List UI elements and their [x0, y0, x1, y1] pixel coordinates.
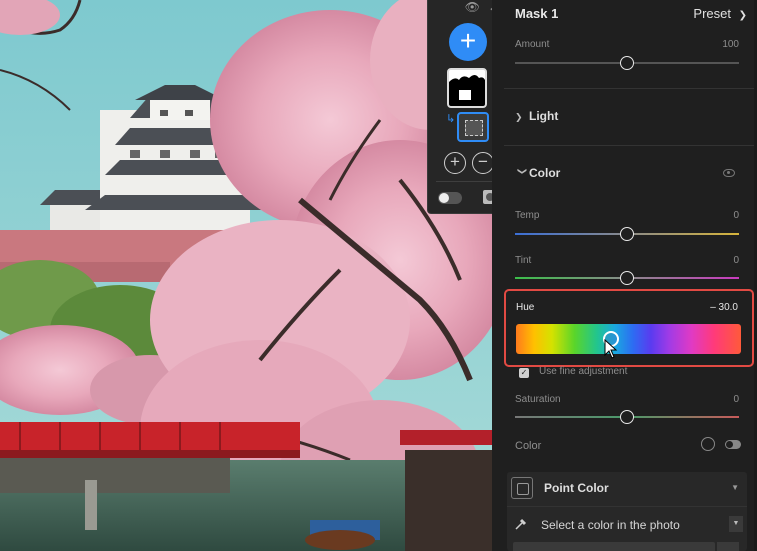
point-color-select-text[interactable]: Select a color in the photo — [541, 518, 680, 532]
subtract-link-icon: ↳ — [446, 113, 456, 125]
eye-icon[interactable]: 👁 — [465, 0, 480, 14]
chevron-down-icon: ❯ — [517, 167, 528, 176]
color-label: Color — [515, 440, 542, 452]
point-color-icon — [511, 477, 533, 499]
overlay-toggle-icon[interactable] — [438, 192, 462, 204]
amount-label: Amount — [515, 39, 550, 50]
photo-image — [0, 0, 492, 551]
point-color-section: Point Color ▼ Select a color in the phot… — [507, 472, 747, 551]
fine-adjustment-label: Use fine adjustment — [539, 366, 628, 377]
color-section-label: Color — [529, 166, 561, 180]
hue-highlight-box: Hue – 30.0 — [504, 289, 754, 367]
color-section-header[interactable]: ❯ Color — [515, 166, 561, 180]
light-section-label: Light — [529, 109, 559, 123]
saturation-slider-thumb[interactable] — [620, 410, 634, 424]
temp-label: Temp — [515, 210, 540, 221]
mask-title: Mask 1 — [515, 6, 559, 21]
saturation-label: Saturation — [515, 394, 561, 405]
photo-canvas[interactable] — [0, 0, 492, 551]
minus-circle-icon[interactable]: − — [472, 152, 494, 174]
preset-label: Preset — [693, 6, 731, 21]
hue-label: Hue — [516, 302, 535, 313]
chevron-down-icon: ❯ — [738, 10, 747, 21]
light-section-header[interactable]: ❯ Light — [515, 109, 558, 123]
mask-thumbnail-image — [449, 70, 485, 106]
edit-panel: Mask 1 Preset ❯ Amount 100 ❯ Light ❯ Color… — [492, 0, 757, 551]
temp-slider-thumb[interactable] — [620, 227, 634, 241]
point-color-swatch-bar-small[interactable] — [717, 542, 739, 551]
color-swatch-icon[interactable] — [701, 437, 715, 451]
add-mask-button[interactable]: + — [449, 23, 487, 61]
tint-label: Tint — [515, 255, 532, 266]
point-color-divider — [507, 506, 747, 507]
red-bridge — [0, 422, 300, 452]
chevron-down-icon[interactable]: ▼ — [729, 516, 743, 532]
section-divider — [504, 88, 757, 89]
saturation-value[interactable]: 0 — [733, 394, 739, 405]
preset-dropdown[interactable]: Preset ❯ — [693, 6, 747, 21]
tint-slider-thumb[interactable] — [620, 271, 634, 285]
masks-panel-divider — [436, 181, 496, 182]
eyedropper-icon[interactable] — [514, 517, 528, 531]
eye-icon[interactable] — [723, 169, 735, 177]
mask-thumbnail[interactable] — [447, 68, 487, 108]
hue-value[interactable]: – 30.0 — [710, 302, 738, 313]
point-color-swatch-bar[interactable] — [513, 542, 715, 551]
chevron-down-icon[interactable]: ▼ — [731, 483, 739, 492]
fine-adjustment-checkbox[interactable]: ✓ — [519, 368, 529, 378]
subtract-mask-icon[interactable] — [457, 112, 489, 142]
tint-value[interactable]: 0 — [733, 255, 739, 266]
temp-value[interactable]: 0 — [733, 210, 739, 221]
mouse-cursor-icon — [604, 339, 618, 359]
section-divider — [504, 145, 757, 146]
add-circle-icon[interactable]: + — [444, 152, 466, 174]
hue-slider-track[interactable] — [516, 324, 741, 354]
amount-slider-thumb[interactable] — [620, 56, 634, 70]
amount-value[interactable]: 100 — [722, 39, 739, 50]
point-color-title[interactable]: Point Color — [544, 481, 609, 495]
color-toggle-icon[interactable] — [725, 440, 741, 449]
chevron-right-icon: ❯ — [515, 112, 523, 122]
